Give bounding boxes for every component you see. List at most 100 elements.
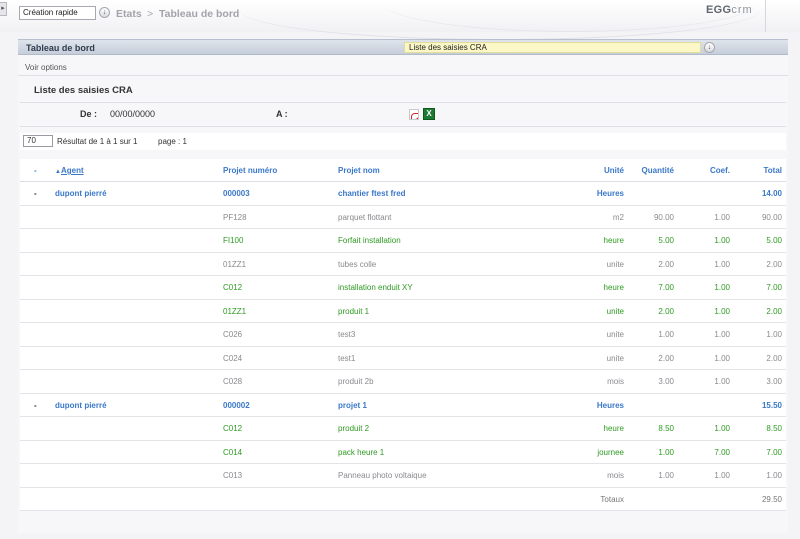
projet-numero-cell: C026 bbox=[223, 330, 243, 339]
table-row: PF128 parquet flottant m2 90.00 1.00 90.00 bbox=[20, 206, 786, 229]
row-toggle[interactable]: - bbox=[34, 394, 37, 417]
projet-numero-cell: 000002 bbox=[223, 400, 250, 410]
totals-value: 29.50 bbox=[761, 494, 782, 504]
page-size-input[interactable]: 70 bbox=[23, 135, 53, 147]
total-cell: 8.50 bbox=[766, 424, 782, 433]
projet-nom-cell: chantier ftest fred bbox=[338, 189, 406, 198]
table-row: C028 produit 2b mois 3.00 1.00 3.00 bbox=[20, 370, 786, 394]
quick-create-dropdown-button[interactable]: ↓ bbox=[99, 7, 110, 18]
divider bbox=[20, 126, 786, 127]
unite-cell: mois bbox=[607, 377, 624, 386]
dashboard-panel: Tableau de bord Liste des saisies CRA ↓ … bbox=[18, 39, 788, 533]
row-toggle[interactable]: - bbox=[34, 182, 37, 205]
projet-nom-cell: produit 2b bbox=[338, 377, 374, 386]
unite-cell: unite bbox=[606, 259, 624, 269]
panel-header: Tableau de bord Liste des saisies CRA ↓ bbox=[18, 39, 788, 55]
table-row: C014 pack heure 1 journee 1.00 7.00 7.00 bbox=[20, 441, 786, 464]
projet-numero-cell: PF128 bbox=[223, 212, 247, 222]
column-header-unite: Unité bbox=[604, 166, 624, 175]
report-select-dropdown-button[interactable]: ↓ bbox=[704, 42, 715, 53]
coef-cell: 1.00 bbox=[714, 424, 730, 433]
total-cell: 1.00 bbox=[766, 330, 782, 339]
projet-nom-cell: installation enduit XY bbox=[338, 283, 413, 292]
table-row: C012 installation enduit XY heure 7.00 1.00 7… bbox=[20, 276, 786, 300]
data-table: - ▲Agent Projet numéro Projet nom Unité … bbox=[20, 159, 786, 511]
unite-cell: unite bbox=[606, 306, 624, 316]
total-cell: 5.00 bbox=[766, 236, 782, 245]
table-header-row: - ▲Agent Projet numéro Projet nom Unité … bbox=[20, 159, 786, 182]
coef-cell: 1.00 bbox=[714, 212, 730, 222]
collapse-all-toggle[interactable]: - bbox=[34, 159, 37, 181]
unite-cell: unite bbox=[606, 353, 624, 363]
coef-cell: 1.00 bbox=[714, 306, 730, 316]
unite-cell: heure bbox=[603, 236, 624, 245]
agent-cell: dupont pierré bbox=[55, 400, 107, 410]
projet-nom-cell: tubes colle bbox=[338, 259, 377, 269]
quantite-cell: 2.00 bbox=[658, 353, 674, 363]
agent-cell: dupont pierré bbox=[55, 189, 107, 198]
projet-numero-cell: FI100 bbox=[223, 236, 244, 245]
top-bar: ▸ Création rapide ↓ Etats > Tableau de b… bbox=[0, 0, 800, 40]
coef-cell: 1.00 bbox=[714, 283, 730, 292]
arrow-down-icon: ↓ bbox=[707, 44, 712, 51]
sidebar-toggle-button[interactable]: ▸ bbox=[0, 2, 7, 16]
voir-options-link[interactable]: Voir options bbox=[25, 63, 67, 72]
totals-label: Totaux bbox=[600, 494, 624, 504]
pager-bar: 70 Résultat de 1 à 1 sur 1 page : 1 bbox=[20, 133, 786, 150]
projet-numero-cell: 000003 bbox=[223, 189, 250, 198]
unite-cell: heure bbox=[603, 283, 624, 292]
quantite-cell: 8.50 bbox=[658, 424, 674, 433]
coef-cell: 1.00 bbox=[714, 236, 730, 245]
quick-create-select[interactable]: Création rapide bbox=[19, 6, 96, 20]
projet-nom-cell: projet 1 bbox=[338, 400, 367, 410]
unite-cell: Heures bbox=[596, 189, 624, 198]
quantite-cell: 1.00 bbox=[658, 447, 674, 457]
report-select[interactable]: Liste des saisies CRA bbox=[404, 42, 701, 53]
column-header-agent-link[interactable]: Agent bbox=[61, 166, 84, 175]
app-logo: EGGcrm bbox=[706, 4, 753, 16]
breadcrumb-etats[interactable]: Etats bbox=[116, 8, 142, 20]
table-row: 01ZZ1 produit 1 unite 2.00 1.00 2.00 bbox=[20, 300, 786, 323]
projet-nom-cell: Forfait installation bbox=[338, 236, 401, 245]
column-header-agent[interactable]: ▲Agent bbox=[55, 159, 84, 181]
coef-cell: 1.00 bbox=[714, 259, 730, 269]
total-cell: 7.00 bbox=[766, 283, 782, 292]
unite-cell: unite bbox=[606, 330, 624, 339]
pdf-icon[interactable] bbox=[409, 109, 419, 120]
table-row: C024 test1 unite 2.00 1.00 2.00 bbox=[20, 347, 786, 370]
total-cell: 1.00 bbox=[766, 471, 782, 480]
excel-icon[interactable]: X bbox=[423, 108, 435, 120]
projet-nom-cell: pack heure 1 bbox=[338, 447, 385, 457]
projet-numero-cell: C014 bbox=[223, 447, 243, 457]
total-cell: 14.00 bbox=[761, 189, 782, 198]
projet-numero-cell: C028 bbox=[223, 377, 243, 386]
report-title: Liste des saisies CRA bbox=[34, 85, 133, 96]
projet-nom-cell: test3 bbox=[338, 330, 356, 339]
breadcrumb-tableau-de-bord: Tableau de bord bbox=[159, 8, 240, 20]
projet-numero-cell: C013 bbox=[223, 471, 243, 480]
total-cell: 3.00 bbox=[766, 377, 782, 386]
column-header-projet-numero: Projet numéro bbox=[223, 166, 278, 175]
table-body: - dupont pierré 000003 chantier ftest fred H… bbox=[20, 182, 786, 488]
unite-cell: heure bbox=[603, 424, 624, 433]
total-cell: 7.00 bbox=[766, 447, 782, 457]
coef-cell: 7.00 bbox=[714, 447, 730, 457]
coef-cell: 1.00 bbox=[714, 471, 730, 480]
quantite-cell: 1.00 bbox=[658, 471, 674, 480]
total-cell: 2.00 bbox=[766, 353, 782, 363]
quantite-cell: 5.00 bbox=[658, 236, 674, 245]
page-indicator: page : 1 bbox=[158, 137, 187, 146]
logo-main: EGG bbox=[706, 4, 732, 16]
agent-group-row: - dupont pierré 000003 chantier ftest fred H… bbox=[20, 182, 786, 206]
filter-from-value: 00/00/0000 bbox=[110, 109, 156, 119]
divider bbox=[18, 75, 788, 76]
table-row: FI100 Forfait installation heure 5.00 1.00 5.… bbox=[20, 229, 786, 253]
total-cell: 90.00 bbox=[761, 212, 782, 222]
coef-cell: 1.00 bbox=[714, 353, 730, 363]
filter-to-label: A : bbox=[276, 109, 288, 119]
projet-nom-cell: Panneau photo voltaique bbox=[338, 471, 427, 480]
divider bbox=[20, 102, 786, 103]
quantite-cell: 90.00 bbox=[653, 212, 674, 222]
coef-cell: 1.00 bbox=[714, 330, 730, 339]
panel-title: Tableau de bord bbox=[26, 43, 95, 53]
